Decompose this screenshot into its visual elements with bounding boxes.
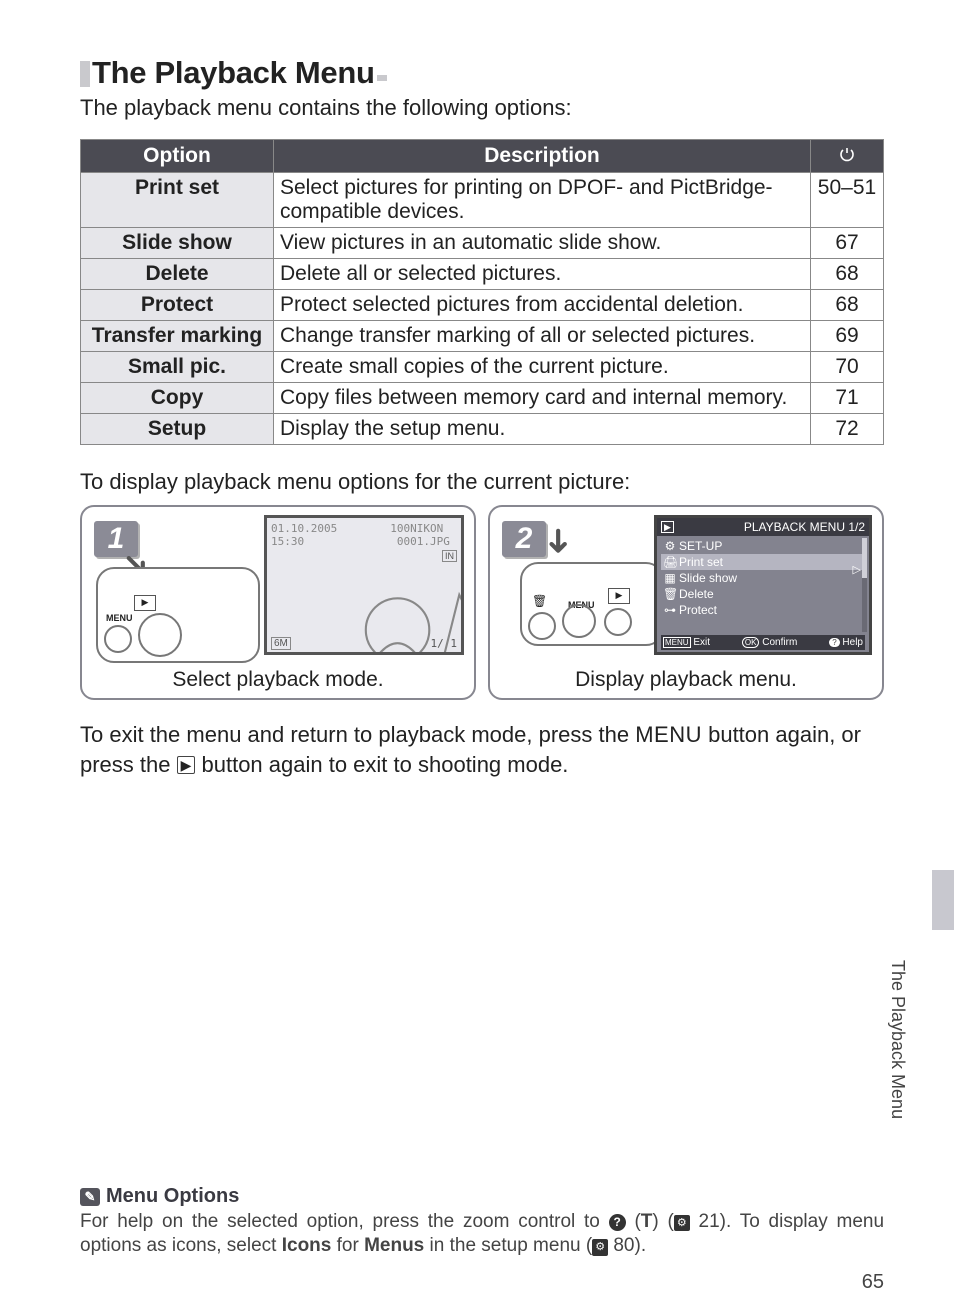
- camera-illustration: ▶ MENU: [96, 567, 260, 663]
- menu-item: ▦Slide show: [661, 570, 865, 586]
- table-row: DeleteDelete all or selected pictures.68: [81, 259, 884, 290]
- arrow-icon: ➜: [538, 527, 578, 556]
- help-icon: ?: [609, 1214, 626, 1231]
- option-name: Protect: [81, 290, 274, 321]
- table-row: ProtectProtect selected pictures from ac…: [81, 290, 884, 321]
- step-1: 1 ➜ ▶ MENU 01.10.2005 100NIKON 15:30 000…: [80, 505, 476, 700]
- lead-text: The playback menu contains the following…: [80, 95, 884, 121]
- page-title: The Playback Menu: [92, 55, 375, 91]
- note-icon: ✎: [80, 1188, 100, 1206]
- playback-menu-screen: ▶PLAYBACK MENU 1/2 ⚙SET-UP🖨Print set▦Sli…: [654, 515, 872, 655]
- menu-pointer-icon: ▷: [853, 563, 861, 576]
- step-2: 2 ➜ 🗑 ▶ MENU ▶PLAYBACK MENU 1/2 ⚙SET-UP🖨…: [488, 505, 884, 700]
- th-option: Option: [81, 140, 274, 173]
- trash-icon: 🗑: [532, 594, 547, 608]
- option-page: 50–51: [811, 173, 884, 228]
- menu-scrollbar: [862, 538, 867, 632]
- camera-button: [528, 612, 556, 640]
- menu-item: 🖨Print set: [661, 554, 865, 570]
- camera-menu-label: MENU: [106, 613, 133, 623]
- table-row: SetupDisplay the setup menu.72: [81, 414, 884, 445]
- option-description: Display the setup menu.: [274, 414, 811, 445]
- side-section-label: The Playback Menu: [887, 960, 908, 1119]
- option-page: 68: [811, 259, 884, 290]
- option-description: Change transfer marking of all or select…: [274, 321, 811, 352]
- options-table: Option Description Print setSelect pictu…: [80, 139, 884, 445]
- th-description: Description: [274, 140, 811, 173]
- menu-title: ▶PLAYBACK MENU 1/2: [657, 518, 869, 536]
- camera-button: [104, 625, 132, 653]
- menu-item: ⊶Protect: [661, 602, 865, 618]
- option-page: 72: [811, 414, 884, 445]
- th-ref-icon: [811, 140, 884, 173]
- option-page: 67: [811, 228, 884, 259]
- play-icon: ▶: [134, 595, 156, 611]
- table-row: Small pic.Create small copies of the cur…: [81, 352, 884, 383]
- option-name: Setup: [81, 414, 274, 445]
- menu-footer: MENU Exit OK Confirm ? Help: [661, 635, 865, 650]
- step-2-caption: Display playback menu.: [490, 668, 882, 692]
- camera-button: [604, 608, 632, 636]
- option-description: Select pictures for printing on DPOF- an…: [274, 173, 811, 228]
- option-name: Transfer marking: [81, 321, 274, 352]
- step-1-caption: Select playback mode.: [82, 668, 474, 692]
- camera-dpad: [138, 613, 182, 657]
- option-page: 68: [811, 290, 884, 321]
- option-name: Small pic.: [81, 352, 274, 383]
- title-accent: [80, 61, 90, 87]
- option-description: Delete all or selected pictures.: [274, 259, 811, 290]
- after-text: To exit the menu and return to playback …: [80, 720, 884, 779]
- table-row: Print setSelect pictures for printing on…: [81, 173, 884, 228]
- play-icon: ▶: [608, 588, 630, 604]
- option-description: View pictures in an automatic slide show…: [274, 228, 811, 259]
- footer-note: ✎ Menu Options For help on the selected o…: [80, 1185, 884, 1259]
- option-page: 69: [811, 321, 884, 352]
- menu-item: ⚙SET-UP: [661, 538, 865, 554]
- ref-icon: ⚙: [674, 1215, 690, 1231]
- option-page: 71: [811, 383, 884, 414]
- option-page: 70: [811, 352, 884, 383]
- option-description: Copy files between memory card and inter…: [274, 383, 811, 414]
- menu-button-label: MENU: [635, 722, 702, 747]
- option-description: Create small copies of the current pictu…: [274, 352, 811, 383]
- menu-item: 🗑Delete: [661, 586, 865, 602]
- table-row: Transfer markingChange transfer marking …: [81, 321, 884, 352]
- side-tab: [932, 870, 954, 930]
- camera-illustration: 🗑 ▶ MENU: [520, 562, 664, 646]
- table-row: Slide showView pictures in an automatic …: [81, 228, 884, 259]
- title-trail: [377, 75, 387, 81]
- option-description: Protect selected pictures from accidenta…: [274, 290, 811, 321]
- option-name: Delete: [81, 259, 274, 290]
- footer-title: Menu Options: [106, 1185, 239, 1207]
- footer-text: For help on the selected option, press t…: [80, 1210, 884, 1259]
- table-row: CopyCopy files between memory card and i…: [81, 383, 884, 414]
- mid-text: To display playback menu options for the…: [80, 469, 884, 495]
- camera-lcd-preview: 01.10.2005 100NIKON 15:30 0001.JPG IN 6M…: [264, 515, 464, 655]
- page-number: 65: [862, 1271, 884, 1294]
- option-name: Print set: [81, 173, 274, 228]
- ref-icon: ⚙: [592, 1239, 608, 1255]
- camera-button: [562, 604, 596, 638]
- option-name: Copy: [81, 383, 274, 414]
- steps-row: 1 ➜ ▶ MENU 01.10.2005 100NIKON 15:30 000…: [80, 505, 884, 700]
- option-name: Slide show: [81, 228, 274, 259]
- play-icon: ▶: [177, 756, 196, 774]
